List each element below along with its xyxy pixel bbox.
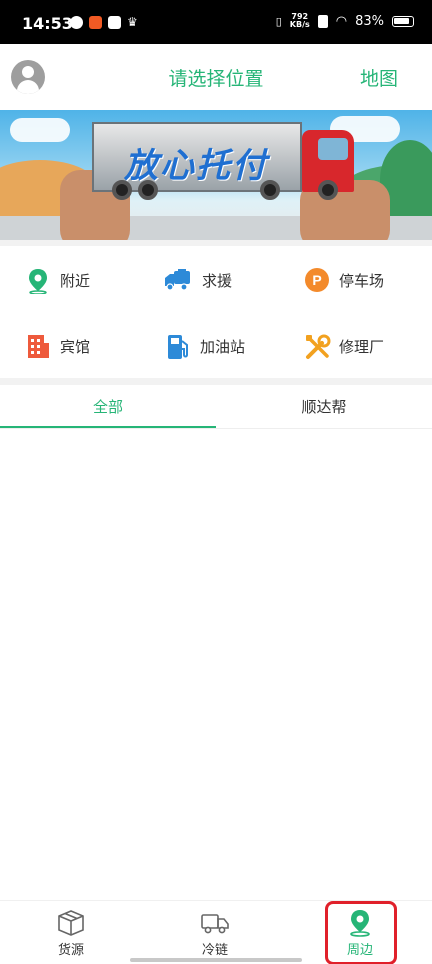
active-tab-indicator bbox=[0, 426, 216, 428]
nav-cold-chain[interactable]: 冷链 bbox=[175, 909, 255, 958]
content-list[interactable] bbox=[0, 430, 432, 900]
menu-gas-station[interactable]: 加油站 bbox=[166, 331, 245, 361]
service-menu: 附近 求援 P 停车场 宾馆 加油站 修理厂 bbox=[0, 246, 432, 378]
gas-station-icon bbox=[166, 334, 190, 359]
home-indicator[interactable] bbox=[130, 958, 302, 962]
tab-bar: 全部 顺达帮 bbox=[0, 385, 432, 429]
battery-percent: 83% bbox=[355, 13, 384, 29]
map-button[interactable]: 地图 bbox=[360, 64, 398, 91]
location-pin-icon bbox=[26, 268, 50, 295]
app-notification-icon bbox=[70, 16, 83, 29]
menu-repair-shop[interactable]: 修理厂 bbox=[305, 331, 384, 361]
menu-rescue[interactable]: 求援 bbox=[164, 265, 232, 295]
net-speed-unit: KB/s bbox=[289, 20, 310, 29]
notification-icons: ♛ bbox=[70, 16, 140, 29]
sim-icon bbox=[317, 14, 328, 28]
app-header: 请选择位置 地图 bbox=[0, 44, 432, 110]
highlight-annotation bbox=[325, 901, 397, 964]
menu-hotel[interactable]: 宾馆 bbox=[26, 331, 90, 361]
menu-label: 附近 bbox=[60, 271, 91, 290]
nav-cargo[interactable]: 货源 bbox=[31, 909, 111, 958]
menu-label: 修理厂 bbox=[339, 337, 385, 356]
menu-label: 宾馆 bbox=[60, 337, 91, 356]
menu-nearby[interactable]: 附近 bbox=[26, 265, 90, 295]
crown-notification-icon: ♛ bbox=[127, 15, 138, 29]
status-bar: 14:53 ♛ ▯ 792 KB/s ◠ 83% bbox=[0, 0, 432, 44]
vibrate-icon: ▯ bbox=[275, 14, 282, 28]
status-time: 14:53 bbox=[22, 14, 73, 33]
menu-parking[interactable]: P 停车场 bbox=[305, 265, 384, 295]
svg-text:P: P bbox=[312, 272, 321, 288]
status-right: ▯ 792 KB/s ◠ 83% bbox=[276, 13, 414, 29]
app-notification-icon bbox=[89, 16, 102, 29]
battery-icon bbox=[392, 15, 414, 27]
divider bbox=[0, 378, 432, 385]
tab-shundabang[interactable]: 顺达帮 bbox=[216, 385, 432, 429]
menu-label: 求援 bbox=[202, 271, 233, 290]
parking-icon: P bbox=[305, 268, 329, 292]
hotel-icon bbox=[26, 334, 50, 358]
rescue-truck-icon bbox=[164, 268, 192, 292]
truck-icon bbox=[200, 909, 230, 937]
repair-tools-icon bbox=[305, 334, 331, 359]
menu-label: 加油站 bbox=[200, 337, 246, 356]
promo-banner[interactable]: 放心托付 bbox=[0, 110, 432, 240]
box-icon bbox=[56, 909, 86, 937]
network-speed: 792 KB/s bbox=[290, 13, 310, 29]
nav-label: 货源 bbox=[57, 943, 84, 958]
wifi-icon: ◠ bbox=[335, 13, 348, 29]
menu-label: 停车场 bbox=[339, 271, 385, 290]
mail-notification-icon bbox=[108, 16, 121, 29]
nav-label: 冷链 bbox=[201, 943, 228, 958]
tab-all[interactable]: 全部 bbox=[0, 385, 216, 429]
